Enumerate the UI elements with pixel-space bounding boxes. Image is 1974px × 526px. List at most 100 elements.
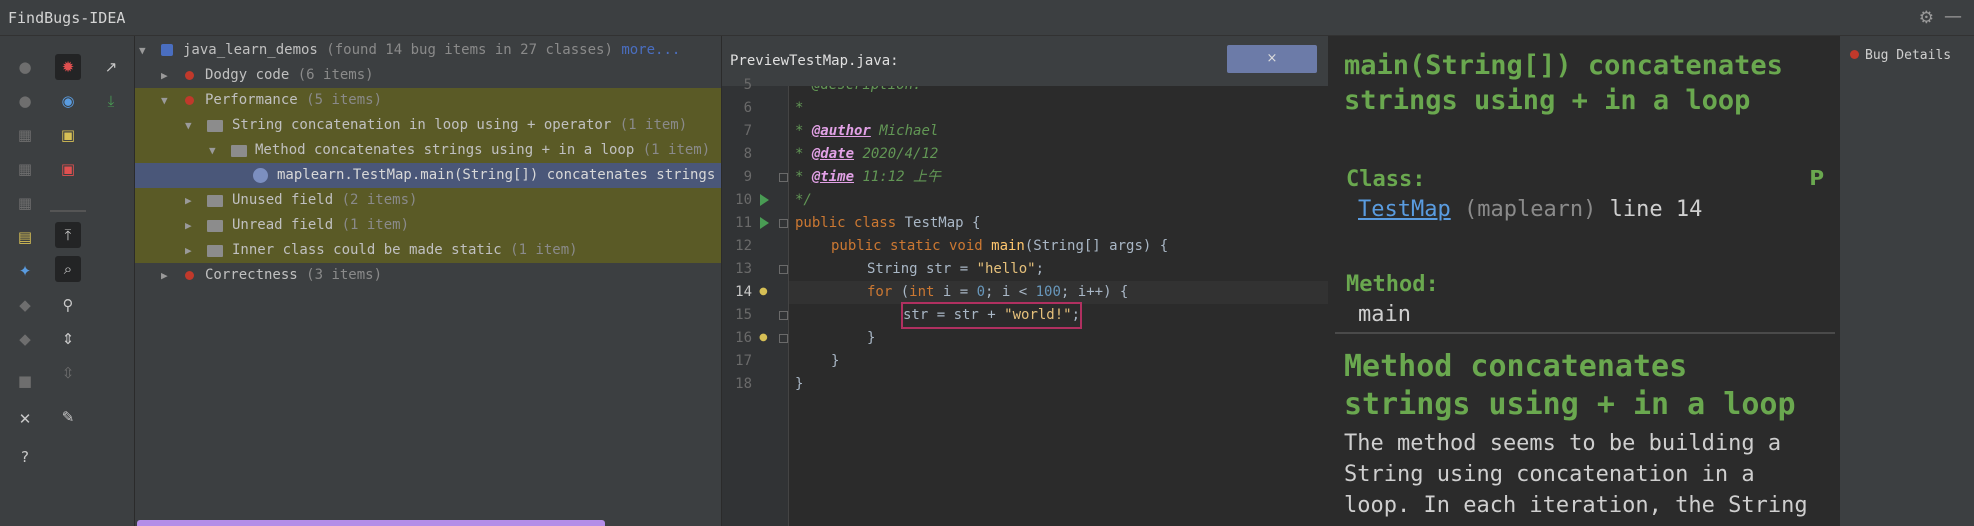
chevron-right-icon[interactable]: ▶ xyxy=(161,263,168,288)
tree-item-performance[interactable]: ▼ Performance (5 items) xyxy=(135,88,721,113)
tree-item-string-concat[interactable]: ▼ String concatenation in loop using + o… xyxy=(135,113,721,138)
chevron-right-icon[interactable]: ▶ xyxy=(161,63,168,88)
fold-icon[interactable] xyxy=(779,173,788,182)
help-icon[interactable]: ? xyxy=(12,444,38,470)
tree-item-count: (1 item) xyxy=(510,242,578,258)
tree-item-count: (1 item) xyxy=(619,117,688,133)
close-icon[interactable]: ✕ xyxy=(12,406,38,432)
minimize-icon[interactable]: — xyxy=(1944,6,1962,27)
wrench-icon[interactable]: ✎ xyxy=(55,404,81,430)
code-line: } xyxy=(795,376,804,392)
comment-icon[interactable]: ◆ xyxy=(12,292,38,318)
more-link[interactable]: more... xyxy=(621,42,680,58)
separator xyxy=(50,210,86,212)
fold-icon[interactable] xyxy=(779,311,788,320)
tree-item-count: (5 items) xyxy=(306,92,383,108)
tree-item-count: (2 items) xyxy=(341,192,418,208)
code-line: public static void main(String[] args) { xyxy=(831,235,1168,258)
tree-item-label: Dodgy code xyxy=(205,67,290,83)
tree-item-label: Unused field xyxy=(232,192,334,208)
gear-icon[interactable]: ⚙ xyxy=(1919,8,1934,28)
preview-header: PreviewTestMap.java: × xyxy=(722,36,1328,86)
chevron-right-icon[interactable]: ▶ xyxy=(185,188,192,213)
tree-item-unused-field[interactable]: ▶ Unused field (2 items) xyxy=(135,188,721,213)
number-literal: 100 xyxy=(1035,284,1061,300)
folder-icon[interactable]: ▣ xyxy=(55,122,81,148)
chevron-down-icon[interactable]: ▼ xyxy=(139,38,146,63)
analyze-package-icon[interactable]: ▦ xyxy=(12,122,38,148)
analyze-icon[interactable]: ● xyxy=(12,54,38,80)
javadoc-tag: @time xyxy=(811,169,855,185)
tab-bug-details[interactable]: Bug Details xyxy=(1850,48,1951,63)
clock-icon[interactable]: ◉ xyxy=(55,88,81,114)
tree-item-inner-class[interactable]: ▶ Inner class could be made static (1 it… xyxy=(135,238,721,263)
fold-icon[interactable] xyxy=(779,219,788,228)
collapse-all-icon[interactable]: ⇳ xyxy=(55,360,81,386)
code-preview[interactable]: * @description: * * @author Michael * @d… xyxy=(789,86,1328,526)
folder-icon xyxy=(207,245,223,257)
analyze-module-icon[interactable]: ● xyxy=(12,88,38,114)
code-line: * @description: xyxy=(795,86,921,97)
import-icon[interactable]: ⤓ xyxy=(98,88,124,114)
export-icon[interactable]: ▤ xyxy=(12,224,38,250)
javadoc-tag: @author xyxy=(811,123,871,139)
tree-item-bug-instance[interactable]: maplearn.TestMap.main(String[]) concaten… xyxy=(135,163,721,188)
filter-icon[interactable]: ▣ xyxy=(55,156,81,182)
scroll-to-source-icon[interactable]: ⤒ xyxy=(55,222,81,248)
chevron-right-icon[interactable]: ▶ xyxy=(185,238,192,263)
fold-icon[interactable] xyxy=(779,334,788,343)
code-line: } xyxy=(867,330,876,346)
javadoc-value: 11:12 上午 xyxy=(854,169,942,185)
right-tool-strip: Bug Details xyxy=(1839,36,1974,526)
analyze-changelist-icon[interactable]: ▦ xyxy=(12,156,38,182)
line-number: 17 xyxy=(735,353,752,369)
tree-item-label: Method concatenates strings using + in a… xyxy=(255,142,635,158)
expand-all-icon[interactable]: ⇕ xyxy=(55,326,81,352)
method-value: main xyxy=(1358,302,1411,327)
fold-icon[interactable] xyxy=(779,265,788,274)
close-preview-button[interactable]: × xyxy=(1227,45,1317,73)
line-number: 10 xyxy=(735,192,752,208)
chevron-down-icon[interactable]: ▼ xyxy=(161,88,168,113)
keyword: public class xyxy=(795,215,897,231)
tree-item-label: Inner class could be made static xyxy=(232,242,502,258)
chevron-down-icon[interactable]: ▼ xyxy=(185,113,192,138)
open-external-icon[interactable]: ↗ xyxy=(98,54,124,80)
tree-item-label: maplearn.TestMap.main(String[]) concaten… xyxy=(277,167,721,183)
bug-icon[interactable]: ✹ xyxy=(55,54,81,80)
tree-root[interactable]: ▼ java_learn_demos (found 14 bug items i… xyxy=(135,38,721,63)
comments-icon[interactable]: ◆ xyxy=(12,326,38,352)
string-literal: "hello" xyxy=(976,261,1036,277)
run-icon[interactable] xyxy=(760,217,769,229)
tree-item-dodgy-code[interactable]: ▶ Dodgy code (6 items) xyxy=(135,63,721,88)
tree-item-correctness[interactable]: ▶ Correctness (3 items) xyxy=(135,263,721,288)
tree-item-method-concat[interactable]: ▼ Method concatenates strings using + in… xyxy=(135,138,721,163)
folder-icon xyxy=(207,195,223,207)
class-link[interactable]: TestMap xyxy=(1358,197,1451,222)
code-text: i = xyxy=(934,284,977,300)
line-number: 5 xyxy=(743,77,752,93)
graph-icon[interactable]: ✦ xyxy=(12,258,38,284)
code-line: for (int i = 0; i < 100; i++) { xyxy=(867,281,1128,304)
preview-icon[interactable]: ⌕ xyxy=(55,256,81,282)
pattern-heading: Method concatenates strings using + in a… xyxy=(1344,349,1796,422)
javadoc-tag: @date xyxy=(811,146,855,162)
tree-item-unread-field[interactable]: ▶ Unread field (1 item) xyxy=(135,213,721,238)
stop-icon[interactable]: ■ xyxy=(12,368,38,394)
toolbar: ● ● ▦ ▦ ▦ ▤ ✦ ◆ ◆ ■ ✕ ? ✹ ◉ ▣ ▣ ⤒ ⌕ ⚲ ⇕ … xyxy=(0,36,135,526)
search-icon[interactable]: ⚲ xyxy=(55,292,81,318)
analyze-scope-icon[interactable]: ▦ xyxy=(12,190,38,216)
run-icon[interactable] xyxy=(760,194,769,206)
bug-marker-icon[interactable]: ● xyxy=(759,332,768,343)
priority-label: P xyxy=(1809,166,1824,190)
editor-gutter: 5 6 7 8 9 10 11 12 13 14 15 16 17 18 ● ● xyxy=(722,77,789,526)
keyword: for xyxy=(867,284,893,300)
scrollbar[interactable] xyxy=(137,520,605,526)
code-text: str = str + xyxy=(903,307,1005,323)
line-number: 6 xyxy=(743,100,752,116)
chevron-right-icon[interactable]: ▶ xyxy=(185,213,192,238)
chevron-down-icon[interactable]: ▼ xyxy=(209,138,216,163)
pattern-description: The method seems to be building a String… xyxy=(1344,431,1808,526)
bug-marker-icon[interactable]: ● xyxy=(759,286,768,297)
tree-item-label: Unread field xyxy=(232,217,334,233)
